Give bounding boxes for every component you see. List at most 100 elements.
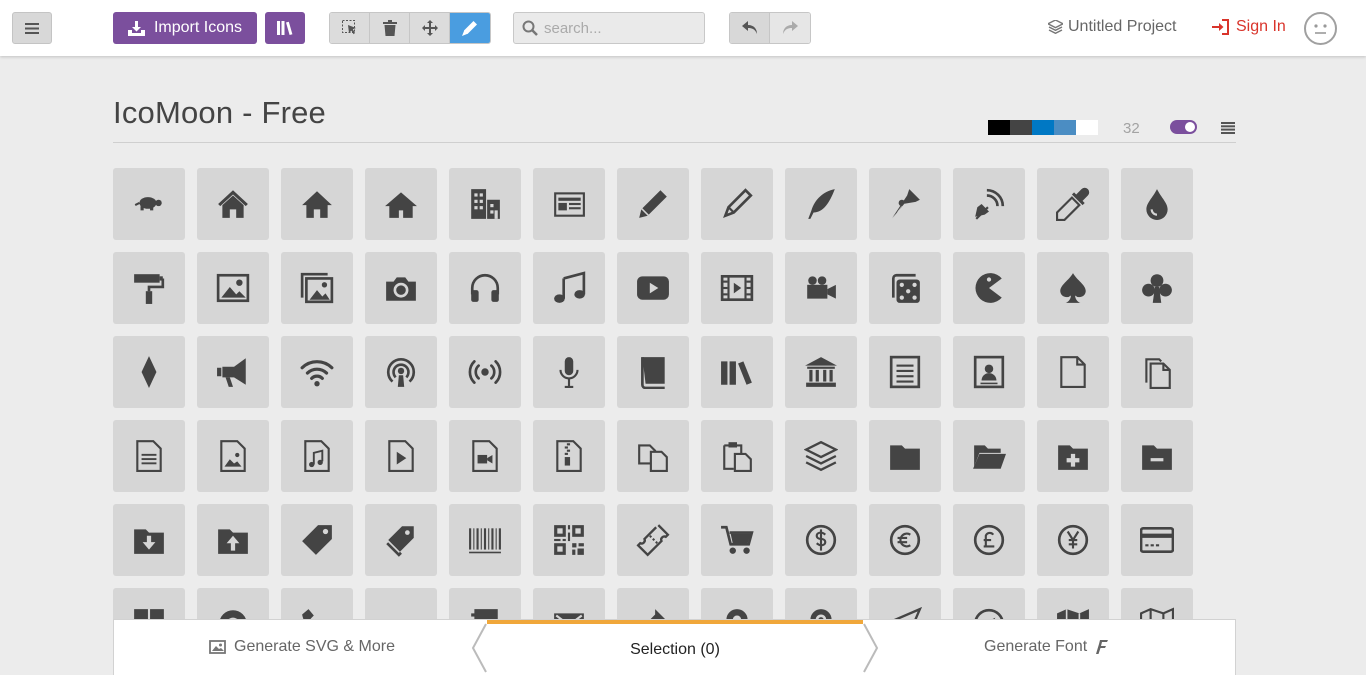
icon-cell[interactable] xyxy=(869,336,941,408)
icon-cell[interactable] xyxy=(449,252,521,324)
icon-cell[interactable] xyxy=(113,504,185,576)
icon-cell[interactable] xyxy=(281,252,353,324)
icon-cell[interactable] xyxy=(113,252,185,324)
swatch-blue[interactable] xyxy=(1032,120,1054,135)
icon-cell[interactable] xyxy=(785,252,857,324)
search-input[interactable] xyxy=(544,19,694,37)
undo-button[interactable] xyxy=(730,13,770,43)
generate-font-button[interactable]: Generate Font xyxy=(984,638,1109,656)
icon-cell[interactable] xyxy=(197,504,269,576)
icon-cell[interactable] xyxy=(1037,336,1109,408)
icon-cell[interactable] xyxy=(617,336,689,408)
list-view-button[interactable] xyxy=(1221,121,1235,139)
icon-cell[interactable] xyxy=(701,336,773,408)
paste-icon xyxy=(723,442,752,472)
swatch-dark-gray[interactable] xyxy=(1010,120,1032,135)
icon-cell[interactable] xyxy=(281,168,353,240)
icon-cell[interactable] xyxy=(953,420,1025,492)
icon-cell[interactable] xyxy=(365,504,437,576)
icon-cell[interactable] xyxy=(953,336,1025,408)
icon-cell[interactable] xyxy=(953,252,1025,324)
library-icon xyxy=(805,357,837,387)
icon-cell[interactable] xyxy=(1121,420,1193,492)
select-tool-button[interactable] xyxy=(330,13,370,43)
icon-cell[interactable] xyxy=(785,504,857,576)
icon-cell[interactable] xyxy=(449,420,521,492)
swatch-black[interactable] xyxy=(988,120,1010,135)
move-tool-button[interactable] xyxy=(410,13,450,43)
icon-cell[interactable] xyxy=(365,336,437,408)
icon-cell[interactable] xyxy=(449,336,521,408)
icon-cell[interactable] xyxy=(701,252,773,324)
camera-icon xyxy=(386,277,416,301)
menu-button[interactable] xyxy=(12,12,52,44)
icon-cell[interactable] xyxy=(617,252,689,324)
sign-in-link[interactable]: Sign In xyxy=(1212,18,1286,36)
icon-cell[interactable] xyxy=(953,504,1025,576)
icon-cell[interactable] xyxy=(197,336,269,408)
icon-cell[interactable] xyxy=(533,168,605,240)
icon-cell[interactable] xyxy=(197,252,269,324)
icon-cell[interactable] xyxy=(365,168,437,240)
icon-cell[interactable] xyxy=(533,336,605,408)
icon-cell[interactable] xyxy=(1037,168,1109,240)
chevron-left-icon[interactable] xyxy=(471,622,487,674)
redo-button[interactable] xyxy=(770,13,810,43)
swatch-light-blue[interactable] xyxy=(1054,120,1076,135)
icon-cell[interactable] xyxy=(1121,168,1193,240)
icon-cell[interactable] xyxy=(365,420,437,492)
icon-cell[interactable] xyxy=(281,504,353,576)
icon-cell[interactable] xyxy=(1037,420,1109,492)
delete-tool-button[interactable] xyxy=(370,13,410,43)
icon-cell[interactable] xyxy=(869,420,941,492)
icon-cell[interactable] xyxy=(953,168,1025,240)
edit-tool-button[interactable] xyxy=(450,13,490,43)
import-icons-button[interactable]: Import Icons xyxy=(113,12,257,44)
icon-cell[interactable] xyxy=(1121,252,1193,324)
icon-cell[interactable] xyxy=(533,252,605,324)
icon-cell[interactable] xyxy=(1037,252,1109,324)
icon-cell[interactable] xyxy=(869,252,941,324)
icon-cell[interactable] xyxy=(701,504,773,576)
icon-cell[interactable] xyxy=(533,504,605,576)
icon-cell[interactable] xyxy=(869,168,941,240)
icon-cell[interactable] xyxy=(869,504,941,576)
icon-cell[interactable] xyxy=(701,420,773,492)
selection-tab[interactable]: Selection (0) xyxy=(487,620,863,675)
grid-size-value[interactable]: 32 xyxy=(1123,120,1140,137)
icon-cell[interactable] xyxy=(197,420,269,492)
dice-icon xyxy=(891,273,920,303)
icon-cell[interactable] xyxy=(113,336,185,408)
generate-svg-label: Generate SVG & More xyxy=(234,638,395,655)
icon-cell[interactable] xyxy=(617,420,689,492)
icon-cell[interactable] xyxy=(1121,336,1193,408)
avatar[interactable] xyxy=(1304,12,1337,45)
sign-in-icon xyxy=(1212,19,1229,35)
set-toggle[interactable] xyxy=(1170,120,1197,134)
icon-cell[interactable] xyxy=(1037,504,1109,576)
icon-cell[interactable] xyxy=(113,420,185,492)
icon-cell[interactable] xyxy=(365,252,437,324)
headphones-icon xyxy=(470,273,500,302)
project-link[interactable]: Untitled Project xyxy=(1048,18,1177,36)
icon-cell[interactable] xyxy=(617,504,689,576)
icon-cell[interactable] xyxy=(1121,504,1193,576)
swatch-white[interactable] xyxy=(1076,120,1098,135)
icon-cell[interactable] xyxy=(449,504,521,576)
icon-cell[interactable] xyxy=(785,336,857,408)
icon-cell[interactable] xyxy=(281,420,353,492)
icon-cell[interactable] xyxy=(701,168,773,240)
credit-card-icon xyxy=(1140,526,1174,554)
icon-cell[interactable] xyxy=(449,168,521,240)
library-button[interactable] xyxy=(265,12,305,44)
icon-cell[interactable] xyxy=(281,336,353,408)
icon-cell[interactable] xyxy=(113,168,185,240)
icon-cell[interactable] xyxy=(617,168,689,240)
icon-cell[interactable] xyxy=(785,168,857,240)
icon-cell[interactable] xyxy=(785,420,857,492)
icon-cell[interactable] xyxy=(197,168,269,240)
chevron-right-icon[interactable] xyxy=(863,622,879,674)
generate-svg-button[interactable]: Generate SVG & More xyxy=(209,638,395,656)
file-empty-icon xyxy=(1060,356,1086,388)
icon-cell[interactable] xyxy=(533,420,605,492)
